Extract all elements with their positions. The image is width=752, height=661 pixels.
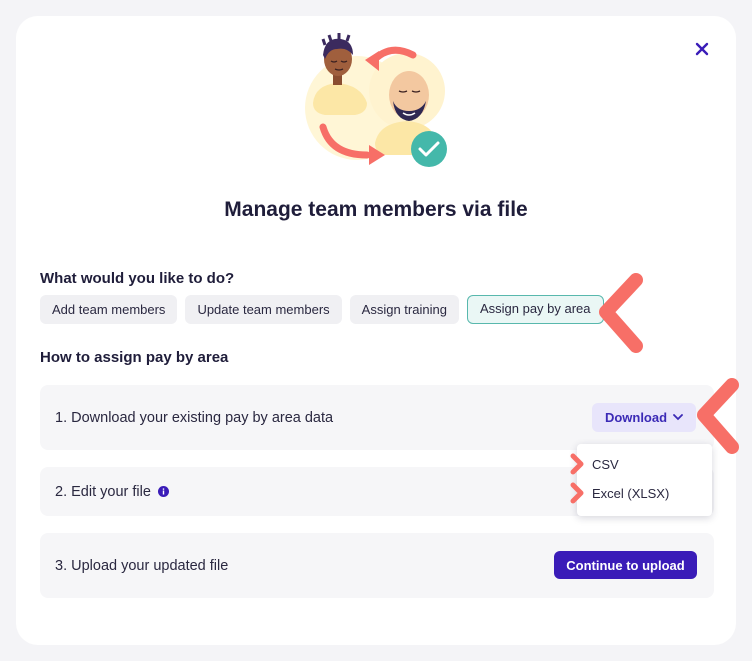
menu-item-xlsx[interactable]: Excel (XLSX): [592, 486, 669, 501]
step-label: 3. Upload your updated file: [55, 557, 229, 574]
download-menu: CSV Excel (XLSX): [577, 444, 712, 516]
step-label: 1. Download your existing pay by area da…: [55, 409, 334, 426]
menu-item-csv[interactable]: CSV: [592, 457, 619, 472]
option-assign-training[interactable]: Assign training: [349, 295, 459, 324]
close-icon: [695, 42, 709, 56]
close-button[interactable]: [690, 38, 714, 60]
download-label: Download: [604, 410, 668, 425]
download-button[interactable]: Download: [592, 403, 696, 432]
option-assign-pay-by-area[interactable]: Assign pay by area: [466, 295, 604, 324]
highlight-marker-icon: [570, 482, 584, 504]
dialog-title: Manage team members via file: [224, 198, 528, 221]
highlight-marker-icon: [570, 453, 584, 475]
highlight-marker-icon: [599, 273, 643, 353]
step-label: 2. Edit your file: [55, 483, 151, 500]
option-update-team-members[interactable]: Update team members: [185, 295, 342, 324]
actions-heading: What would you like to do?: [40, 270, 235, 287]
action-options: Add team members Update team members Ass…: [40, 295, 604, 324]
team-swap-illustration: [305, 33, 447, 167]
instructions-heading: How to assign pay by area: [40, 349, 229, 366]
option-add-team-members[interactable]: Add team members: [40, 295, 178, 324]
continue-to-upload-button[interactable]: Continue to upload: [554, 551, 697, 579]
chevron-down-icon: [673, 414, 683, 421]
info-icon[interactable]: [157, 486, 169, 497]
